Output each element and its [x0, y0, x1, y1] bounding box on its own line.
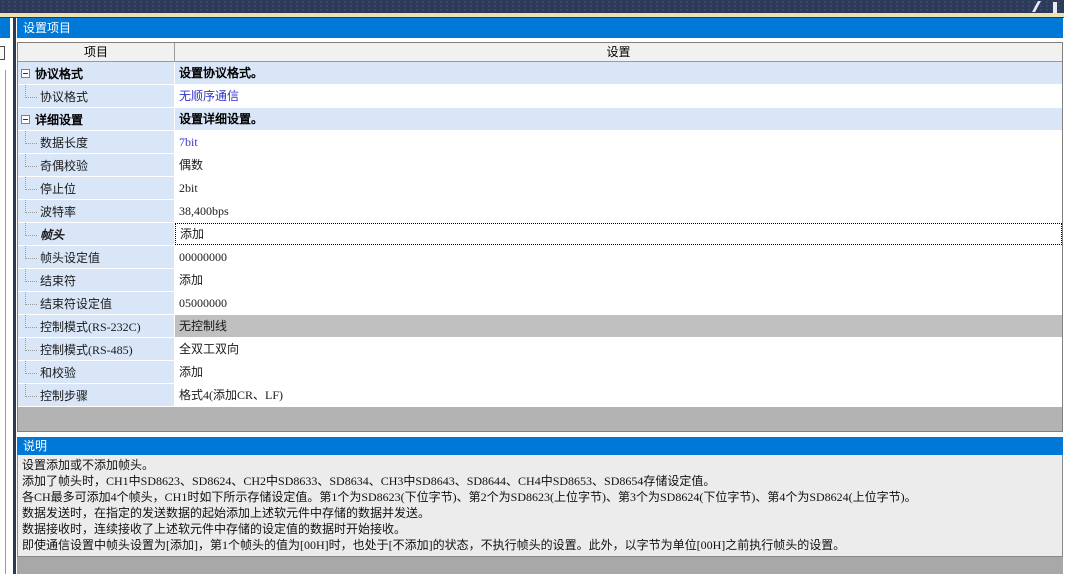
item-label: 控制模式(RS-485) — [40, 341, 133, 358]
table-row: 详细设置 设置详细设置。 — [18, 108, 1062, 131]
tree-branch-icon — [25, 85, 37, 98]
background-panel-button-fragment[interactable] — [0, 46, 5, 60]
tree-branch-icon — [25, 361, 37, 374]
item-label: 和校验 — [40, 364, 76, 381]
value-cell[interactable]: 格式4(添加CR、LF) — [175, 384, 1062, 406]
item-label: 停止位 — [40, 180, 76, 197]
item-label: 结束符 — [40, 272, 76, 289]
item-cell[interactable]: 帧头 — [18, 223, 175, 245]
table-row: 奇偶校验 偶数 — [18, 154, 1062, 177]
item-cell[interactable]: 奇偶校验 — [18, 154, 175, 176]
settings-table-body: 协议格式设置协议格式。协议格式无顺序通信详细设置设置详细设置。数据长度7bit奇… — [18, 62, 1062, 407]
table-row: 协议格式 设置协议格式。 — [18, 62, 1062, 85]
description-line: 添加了帧头时，CH1中SD8623、SD8624、CH2中SD8633、SD86… — [22, 473, 1058, 489]
item-cell[interactable]: 协议格式 — [18, 62, 175, 84]
background-panel-titlebar-fragment — [0, 18, 10, 38]
table-row: 结束符设定值 05000000 — [18, 292, 1062, 315]
dialog-left-border — [13, 18, 16, 574]
value-cell[interactable]: 全双工双向 — [175, 338, 1062, 360]
item-cell[interactable]: 波特率 — [18, 200, 175, 222]
table-row: 控制步骤 格式4(添加CR、LF) — [18, 384, 1062, 407]
panel-title: 设置项目 — [17, 18, 1063, 38]
titlebar-glyph-fragment-1-icon[interactable] — [1024, 1, 1041, 12]
tree-branch-icon — [25, 131, 37, 144]
titlebar-glyph-fragment-2-icon[interactable] — [1053, 2, 1057, 13]
description-line: 设置添加或不添加帧头。 — [22, 457, 1058, 473]
description-title: 说明 — [17, 437, 1063, 455]
value-cell[interactable]: 无顺序通信 — [175, 85, 1062, 107]
tree-collapse-icon[interactable] — [21, 69, 30, 78]
column-header-item: 项目 — [18, 43, 175, 61]
item-label: 波特率 — [40, 203, 76, 220]
value-cell[interactable]: 添加 — [175, 269, 1062, 291]
tree-collapse-icon[interactable] — [21, 115, 30, 124]
background-panel-border — [5, 70, 6, 574]
table-row: 波特率 38,400bps — [18, 200, 1062, 223]
item-cell[interactable]: 控制步骤 — [18, 384, 175, 406]
tree-branch-icon — [25, 246, 37, 259]
item-cell[interactable]: 帧头设定值 — [18, 246, 175, 268]
value-cell[interactable]: 添加 — [175, 361, 1062, 383]
value-cell[interactable]: 05000000 — [175, 292, 1062, 314]
table-row: 帧头 添加 — [18, 223, 1062, 246]
description-line: 各CH最多可添加4个帧头，CH1时如下所示存储设定值。第1个为SD8623(下位… — [22, 489, 1058, 505]
item-cell[interactable]: 数据长度 — [18, 131, 175, 153]
value-cell[interactable]: 7bit — [175, 131, 1062, 153]
item-label: 协议格式 — [35, 65, 83, 82]
settings-table: 项目 设置 协议格式设置协议格式。协议格式无顺序通信详细设置设置详细设置。数据长… — [17, 42, 1063, 432]
table-row: 数据长度 7bit — [18, 131, 1062, 154]
tree-branch-icon — [25, 177, 37, 190]
tree-branch-icon — [25, 200, 37, 213]
value-cell[interactable]: 设置协议格式。 — [175, 62, 1062, 84]
table-row: 控制模式(RS-232C) 无控制线 — [18, 315, 1062, 338]
item-label: 帧头设定值 — [40, 249, 100, 266]
item-cell[interactable]: 结束符 — [18, 269, 175, 291]
table-row: 协议格式 无顺序通信 — [18, 85, 1062, 108]
table-filler-area — [18, 407, 1062, 431]
tree-branch-icon — [25, 384, 37, 397]
item-label: 数据长度 — [40, 134, 88, 151]
tree-branch-icon — [25, 315, 37, 328]
dialog-bottom-area — [17, 557, 1063, 574]
tree-branch-icon — [25, 292, 37, 305]
table-row: 停止位 2bit — [18, 177, 1062, 200]
value-cell[interactable]: 无控制线 — [175, 315, 1062, 337]
item-cell[interactable]: 控制模式(RS-232C) — [18, 315, 175, 337]
window-top-bar — [0, 0, 1064, 13]
item-label: 详细设置 — [35, 111, 83, 128]
table-header-row: 项目 设置 — [18, 43, 1062, 62]
value-cell[interactable]: 38,400bps — [175, 200, 1062, 222]
column-header-setting: 设置 — [175, 43, 1062, 61]
item-label: 控制步骤 — [40, 387, 88, 404]
item-label: 控制模式(RS-232C) — [40, 318, 141, 335]
description-line: 即使通信设置中帧头设置为[添加]，第1个帧头的值为[00H]时，也处于[不添加]… — [22, 537, 1058, 553]
value-cell[interactable]: 偶数 — [175, 154, 1062, 176]
table-row: 帧头设定值 00000000 — [18, 246, 1062, 269]
description-line: 数据接收时，连续接收了上述软元件中存储的设定值的数据时开始接收。 — [22, 521, 1058, 537]
item-cell[interactable]: 协议格式 — [18, 85, 175, 107]
description-text: 设置添加或不添加帧头。添加了帧头时，CH1中SD8623、SD8624、CH2中… — [17, 455, 1063, 557]
description-line: 数据发送时，在指定的发送数据的起始添加上述软元件中存储的数据并发送。 — [22, 505, 1058, 521]
item-label: 结束符设定值 — [40, 295, 112, 312]
settings-dialog: 设置项目 项目 设置 协议格式设置协议格式。协议格式无顺序通信详细设置设置详细设… — [17, 18, 1063, 574]
value-cell[interactable]: 设置详细设置。 — [175, 108, 1062, 130]
table-row: 控制模式(RS-485) 全双工双向 — [18, 338, 1062, 361]
value-cell[interactable]: 2bit — [175, 177, 1062, 199]
item-label: 协议格式 — [40, 88, 88, 105]
tree-branch-icon — [25, 154, 37, 167]
item-cell[interactable]: 结束符设定值 — [18, 292, 175, 314]
tree-branch-icon — [25, 338, 37, 351]
item-label: 奇偶校验 — [40, 157, 88, 174]
item-cell[interactable]: 控制模式(RS-485) — [18, 338, 175, 360]
value-cell[interactable]: 00000000 — [175, 246, 1062, 268]
tree-branch-icon — [25, 269, 37, 282]
item-cell[interactable]: 停止位 — [18, 177, 175, 199]
value-cell[interactable]: 添加 — [175, 223, 1062, 245]
table-row: 结束符 添加 — [18, 269, 1062, 292]
item-cell[interactable]: 详细设置 — [18, 108, 175, 130]
item-label: 帧头 — [40, 226, 64, 243]
table-row: 和校验 添加 — [18, 361, 1062, 384]
tree-branch-icon — [25, 223, 37, 236]
item-cell[interactable]: 和校验 — [18, 361, 175, 383]
